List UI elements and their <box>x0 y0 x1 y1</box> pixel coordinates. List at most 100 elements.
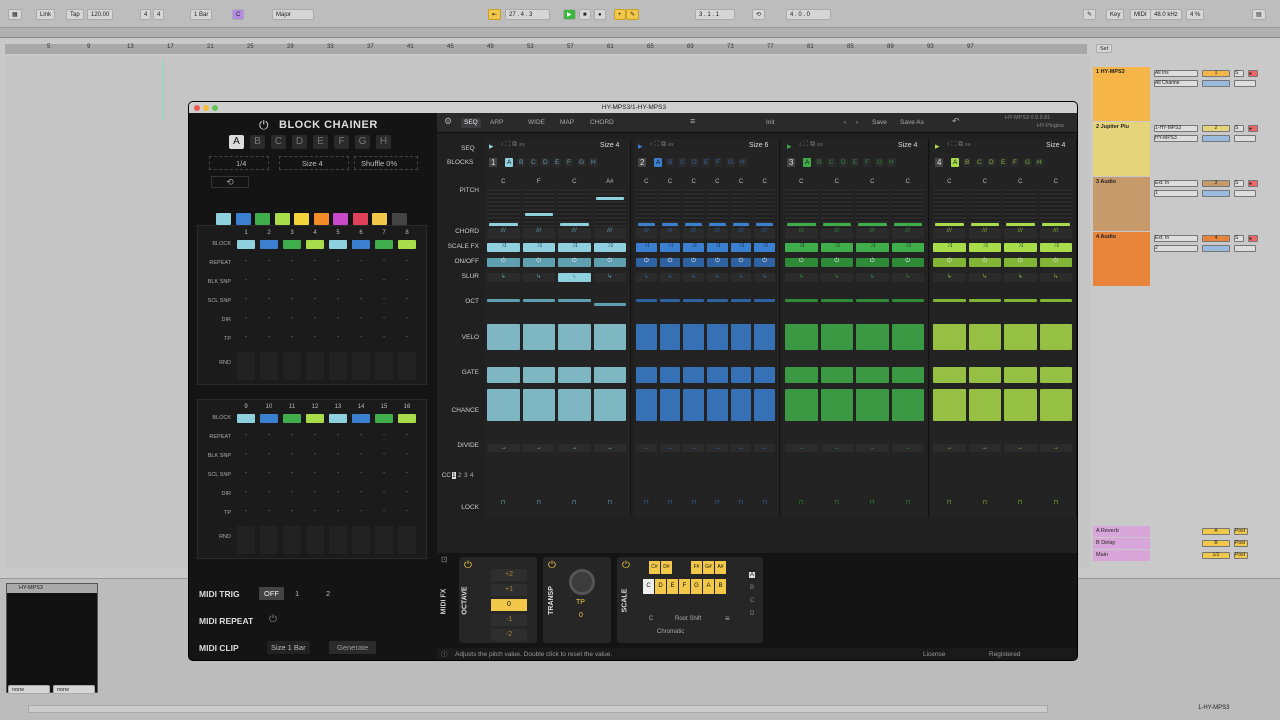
divide-step[interactable]: → <box>487 444 520 452</box>
block-step[interactable] <box>237 240 255 249</box>
pitch-value-bar[interactable] <box>1041 223 1070 226</box>
block-letter[interactable]: H <box>589 158 598 167</box>
block-step[interactable] <box>398 414 416 423</box>
octave-step[interactable] <box>785 299 818 302</box>
overdub-icon[interactable]: + <box>614 9 626 20</box>
grid-step[interactable]: - <box>306 334 324 341</box>
slur-step[interactable]: ↳ <box>968 273 1001 282</box>
grid-step[interactable]: - <box>237 296 255 303</box>
block-step[interactable] <box>306 240 324 249</box>
slur-step[interactable]: ↳ <box>785 273 818 282</box>
divide-step[interactable]: → <box>754 444 775 452</box>
gate-step[interactable] <box>933 367 966 383</box>
grid-step[interactable]: - <box>329 432 347 439</box>
velocity-step[interactable] <box>707 324 728 350</box>
input-type-select[interactable]: Ext. In <box>1154 180 1198 187</box>
scale-select[interactable]: Major <box>272 9 314 20</box>
velocity-step[interactable] <box>593 324 626 350</box>
input-type-select[interactable]: 1-HY-MPS3 <box>1154 125 1198 132</box>
on-off-step[interactable]: ⏻ <box>933 258 966 267</box>
block-size-select[interactable]: Size 6 <box>749 142 768 149</box>
gate-step[interactable] <box>785 367 818 383</box>
chord-step[interactable]: /// <box>820 228 853 237</box>
divide-step[interactable]: → <box>558 444 591 452</box>
block-letter[interactable]: D <box>987 158 996 167</box>
grid-step[interactable]: - <box>375 432 393 439</box>
grid-step[interactable]: - <box>375 489 393 496</box>
post-button[interactable]: Post <box>1234 552 1248 559</box>
slur-step[interactable]: ↳ <box>683 273 704 282</box>
sharp-key[interactable]: A# <box>715 561 726 574</box>
tab-chord[interactable]: CHORD <box>587 118 617 128</box>
track-activator[interactable]: 2 <box>1202 125 1230 132</box>
grid-step[interactable]: - <box>375 334 393 341</box>
minimize-window-icon[interactable] <box>203 105 209 111</box>
lock-step[interactable]: ⊓ <box>660 499 681 507</box>
divide-step[interactable]: → <box>522 444 555 452</box>
input-channel-select[interactable]: All Channe <box>1154 80 1198 87</box>
arm-button[interactable]: ● <box>1248 180 1258 187</box>
track-activator[interactable]: 4 <box>1202 235 1230 242</box>
grid-step[interactable]: - <box>398 277 416 284</box>
divide-step[interactable]: → <box>1004 444 1037 452</box>
block-letter[interactable]: G <box>875 158 885 167</box>
tab-map[interactable]: MAP <box>557 118 577 128</box>
velocity-step[interactable] <box>820 324 853 350</box>
grid-step[interactable]: - <box>352 508 370 515</box>
slur-step[interactable]: ↳ <box>754 273 775 282</box>
chance-step[interactable] <box>856 389 889 421</box>
time-sig-num[interactable]: 4 <box>140 9 152 20</box>
volume-field[interactable] <box>1202 135 1230 142</box>
return-track-header[interactable]: Main <box>1093 550 1150 561</box>
block-nav-icon[interactable]: ▸ <box>489 141 494 152</box>
octave-step[interactable] <box>754 299 775 302</box>
block-step[interactable] <box>283 414 301 423</box>
velocity-step[interactable] <box>522 324 555 350</box>
cc-option[interactable]: 2 <box>458 472 462 479</box>
random-step[interactable] <box>375 526 393 554</box>
octave-step[interactable] <box>707 299 728 302</box>
grid-step[interactable]: - <box>352 315 370 322</box>
scale-fx-step[interactable]: ⤨ <box>593 243 626 252</box>
octave-option[interactable]: +2 <box>491 569 527 581</box>
scale-fx-step[interactable]: ⤨ <box>487 243 520 252</box>
grid-step[interactable]: - <box>398 470 416 477</box>
pattern-d-button[interactable]: D <box>292 135 307 149</box>
divide-step[interactable]: → <box>659 444 681 452</box>
on-off-step[interactable]: ⏻ <box>522 258 555 267</box>
grid-step[interactable]: - <box>306 315 324 322</box>
slur-step[interactable]: ↳ <box>558 273 591 282</box>
gate-step[interactable] <box>1039 367 1072 383</box>
scale-fx-step[interactable]: ⤨ <box>683 243 704 252</box>
lock-step[interactable]: ⊓ <box>821 499 854 507</box>
grid-step[interactable]: - <box>329 508 347 515</box>
grid-step[interactable]: - <box>306 470 324 477</box>
sharp-key[interactable]: D# <box>661 561 672 574</box>
random-step[interactable] <box>260 352 278 380</box>
input-channel-select[interactable]: 2 <box>1154 245 1198 252</box>
grid-step[interactable]: - <box>283 451 301 458</box>
block-letter[interactable]: E <box>702 158 711 167</box>
slur-step[interactable]: ↳ <box>522 273 555 282</box>
slur-step[interactable]: ↳ <box>487 273 520 282</box>
cc-option[interactable]: 4 <box>470 472 474 479</box>
scale-mode-select[interactable]: Chromatic <box>657 629 684 635</box>
grid-step[interactable]: - <box>306 451 324 458</box>
block-letter[interactable]: H <box>1035 158 1044 167</box>
return-track-header[interactable]: B Delay <box>1093 538 1150 549</box>
loop-start[interactable]: 3 . 1 . 1 <box>695 9 735 20</box>
grid-step[interactable]: - <box>329 258 347 265</box>
slur-step[interactable]: ↳ <box>659 273 681 282</box>
pattern-h-button[interactable]: H <box>376 135 391 149</box>
sharp-key[interactable]: G# <box>703 561 714 574</box>
grid-step[interactable]: - <box>260 432 278 439</box>
lock-step[interactable]: ⊓ <box>707 499 728 507</box>
overview-icon[interactable]: ▤ <box>1252 9 1266 20</box>
random-step[interactable] <box>306 352 324 380</box>
on-off-step[interactable]: ⏻ <box>1004 258 1037 267</box>
gate-step[interactable] <box>820 367 853 383</box>
lock-step[interactable]: ⊓ <box>487 499 520 507</box>
grid-step[interactable]: - <box>237 277 255 284</box>
close-window-icon[interactable] <box>194 105 200 111</box>
record-button[interactable]: ● <box>594 9 606 20</box>
